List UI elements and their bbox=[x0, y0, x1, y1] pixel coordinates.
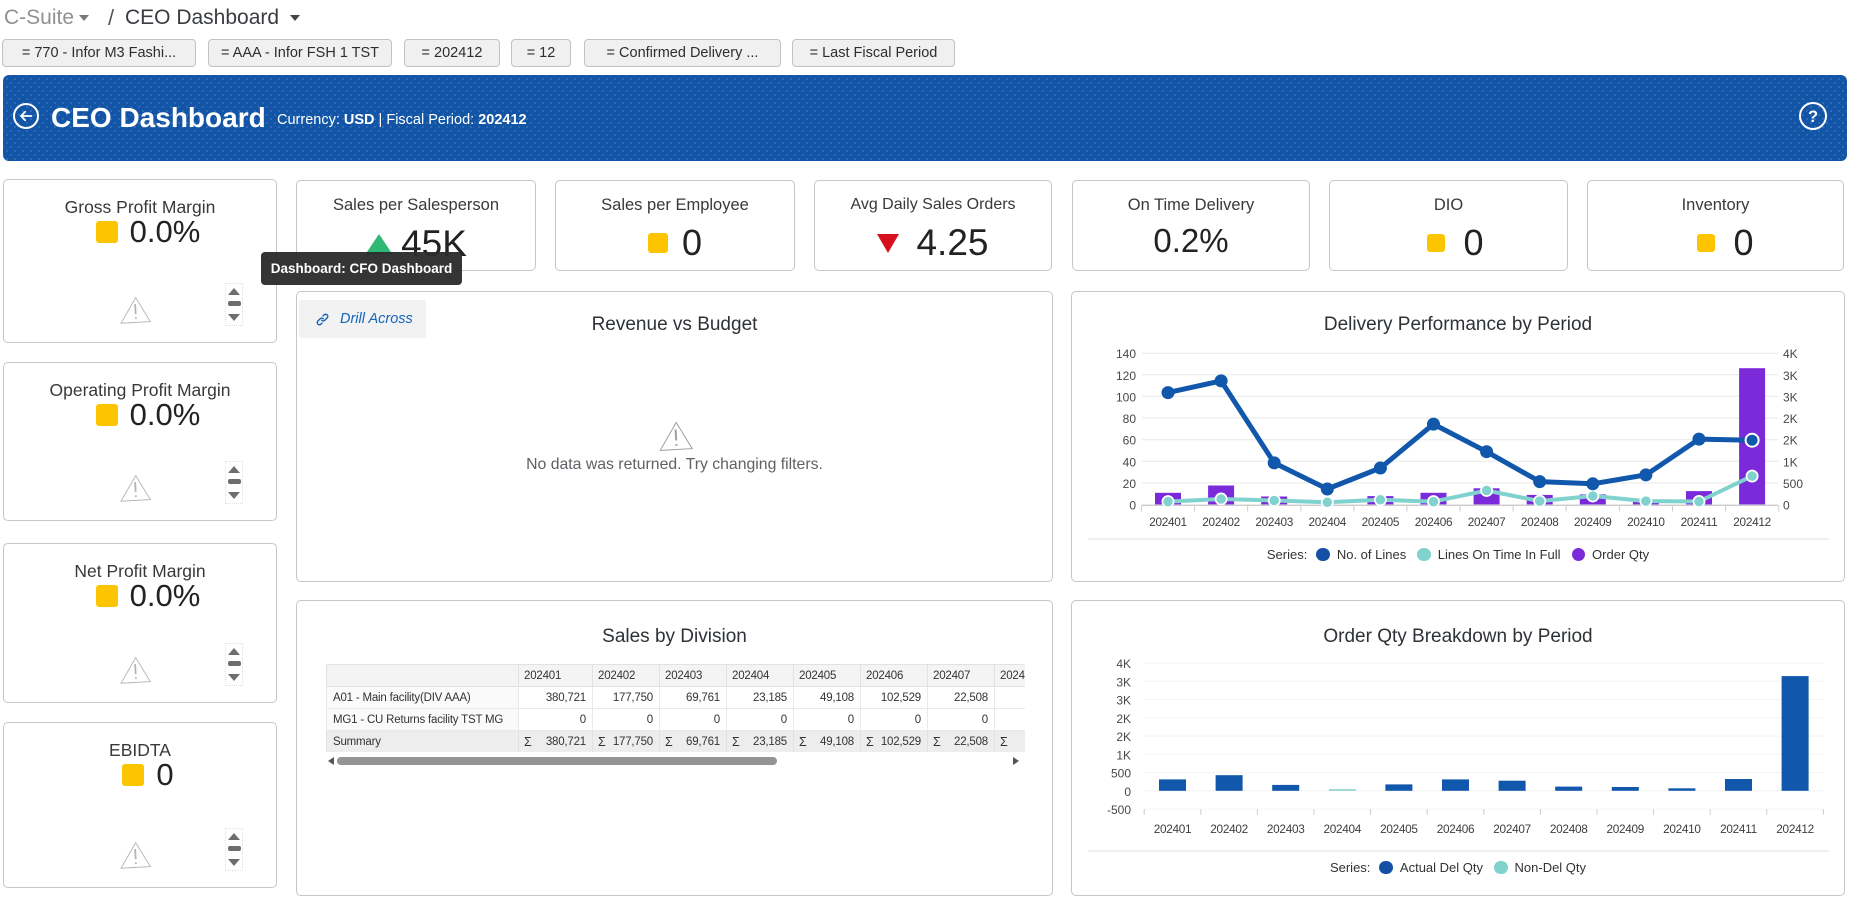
svg-text:202406: 202406 bbox=[1437, 822, 1475, 836]
svg-text:202406: 202406 bbox=[1415, 515, 1453, 529]
svg-text:4K: 4K bbox=[1783, 347, 1798, 361]
svg-text:0: 0 bbox=[1783, 499, 1790, 513]
svg-text:202402: 202402 bbox=[1210, 822, 1248, 836]
svg-text:202408: 202408 bbox=[1550, 822, 1588, 836]
svg-text:0: 0 bbox=[1129, 499, 1136, 513]
svg-text:202408: 202408 bbox=[1521, 515, 1559, 529]
svg-text:202403: 202403 bbox=[1255, 515, 1293, 529]
svg-text:2K: 2K bbox=[1783, 434, 1798, 448]
svg-text:0: 0 bbox=[1124, 785, 1131, 799]
svg-text:3K: 3K bbox=[1116, 694, 1131, 708]
svg-text:202405: 202405 bbox=[1362, 515, 1400, 529]
svg-text:2K: 2K bbox=[1116, 712, 1131, 726]
svg-text:2K: 2K bbox=[1783, 412, 1798, 426]
svg-text:202410: 202410 bbox=[1627, 515, 1665, 529]
svg-text:202411: 202411 bbox=[1720, 822, 1757, 836]
svg-text:?: ? bbox=[1808, 108, 1818, 126]
svg-text:100: 100 bbox=[1116, 390, 1136, 404]
svg-text:20: 20 bbox=[1123, 477, 1137, 491]
svg-text:3K: 3K bbox=[1116, 675, 1131, 689]
svg-text:202409: 202409 bbox=[1607, 822, 1645, 836]
svg-text:202401: 202401 bbox=[1154, 822, 1192, 836]
svg-text:60: 60 bbox=[1123, 434, 1137, 448]
svg-text:202412: 202412 bbox=[1733, 515, 1771, 529]
svg-text:120: 120 bbox=[1116, 369, 1136, 383]
svg-text:202412: 202412 bbox=[1776, 822, 1814, 836]
svg-text:1K: 1K bbox=[1783, 455, 1798, 469]
svg-text:202407: 202407 bbox=[1468, 515, 1506, 529]
svg-text:202404: 202404 bbox=[1309, 515, 1347, 529]
svg-text:140: 140 bbox=[1116, 347, 1136, 361]
svg-text:500: 500 bbox=[1111, 767, 1131, 781]
svg-text:202409: 202409 bbox=[1574, 515, 1612, 529]
svg-text:1K: 1K bbox=[1116, 748, 1131, 762]
svg-text:2K: 2K bbox=[1116, 730, 1131, 744]
svg-text:202410: 202410 bbox=[1663, 822, 1701, 836]
svg-text:80: 80 bbox=[1123, 412, 1137, 426]
svg-text:202402: 202402 bbox=[1202, 515, 1240, 529]
svg-text:202407: 202407 bbox=[1493, 822, 1531, 836]
svg-text:202404: 202404 bbox=[1324, 822, 1362, 836]
svg-text:3K: 3K bbox=[1783, 369, 1798, 383]
svg-text:202401: 202401 bbox=[1149, 515, 1187, 529]
svg-text:4K: 4K bbox=[1116, 657, 1131, 671]
svg-text:202405: 202405 bbox=[1380, 822, 1418, 836]
svg-text:202403: 202403 bbox=[1267, 822, 1305, 836]
svg-text:-500: -500 bbox=[1107, 803, 1131, 817]
svg-text:40: 40 bbox=[1123, 455, 1137, 469]
svg-text:3K: 3K bbox=[1783, 390, 1798, 404]
svg-text:500: 500 bbox=[1783, 477, 1803, 491]
svg-text:202411: 202411 bbox=[1681, 515, 1718, 529]
